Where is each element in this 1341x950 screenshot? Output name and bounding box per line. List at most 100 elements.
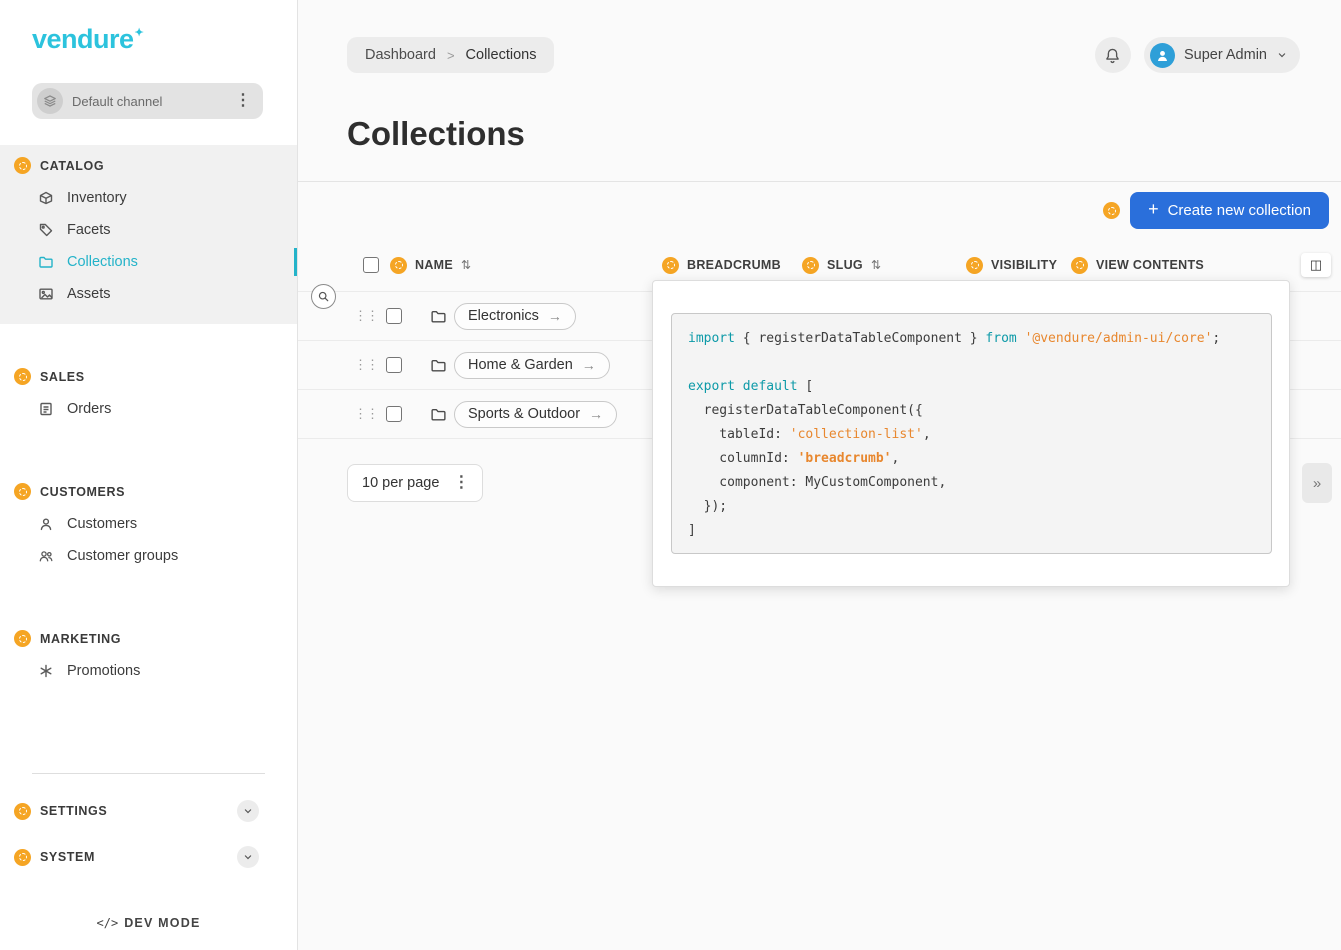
collection-name-pill[interactable]: Sports & Outdoor → (454, 401, 617, 428)
user-avatar-icon (1150, 43, 1175, 68)
sidebar-item-system[interactable]: SYSTEM (0, 834, 297, 880)
search-button[interactable] (311, 284, 336, 309)
sidebar-item-facets[interactable]: Facets (0, 214, 297, 246)
nav-section-marketing: MARKETING Promotions (0, 618, 297, 701)
select-all-checkbox[interactable] (363, 257, 379, 273)
chevron-down-icon[interactable] (237, 846, 259, 868)
dev-extension-badge-icon[interactable] (14, 849, 31, 866)
column-label: VISIBILITY (991, 258, 1057, 272)
nav-section-sales: SALES Orders (0, 356, 297, 439)
dev-extension-badge-icon[interactable] (14, 157, 31, 174)
dev-mode-toggle[interactable]: </> DEV MODE (0, 916, 297, 930)
customer-groups-icon (38, 548, 54, 564)
section-header-sales: SALES (0, 364, 297, 393)
dev-extension-badge-icon[interactable] (802, 257, 819, 274)
nav-section-catalog: CATALOG Inventory Facets Collections (0, 145, 297, 324)
section-label: CUSTOMERS (40, 485, 125, 499)
channel-label: Default channel (72, 94, 222, 109)
dev-extension-badge-icon[interactable] (966, 257, 983, 274)
row-checkbox[interactable] (386, 357, 402, 373)
next-page-button[interactable]: » (1302, 463, 1332, 503)
dev-mode-code-popover: import { registerDataTableComponent } fr… (652, 280, 1290, 587)
row-checkbox[interactable] (386, 308, 402, 324)
nav-item-label: Customer groups (67, 548, 178, 564)
code-icon: </> (97, 916, 119, 930)
collection-name-pill[interactable]: Home & Garden → (454, 352, 610, 379)
column-label: NAME (415, 258, 453, 272)
table-header-visibility: VISIBILITY (966, 257, 1071, 274)
sidebar-item-promotions[interactable]: Promotions (0, 655, 297, 687)
logo-sparkle-icon: ✦ (135, 27, 144, 39)
folder-icon (430, 357, 447, 374)
sidebar-item-assets[interactable]: Assets (0, 278, 297, 310)
assets-icon (38, 286, 54, 302)
plus-icon: + (1148, 199, 1159, 220)
sidebar-item-settings[interactable]: SETTINGS (0, 788, 297, 834)
drag-handle-icon[interactable]: ⋮⋮ (354, 357, 378, 373)
dev-extension-badge-icon[interactable] (14, 803, 31, 820)
collection-name: Electronics (468, 308, 539, 324)
dev-mode-label: DEV MODE (124, 916, 200, 930)
dev-extension-badge-icon[interactable] (390, 257, 407, 274)
collection-name: Sports & Outdoor (468, 406, 580, 422)
arrow-right-icon: → (582, 357, 596, 373)
vendure-logo: vendure✦ (0, 0, 297, 55)
section-header-customers: CUSTOMERS (0, 479, 297, 508)
table-header-breadcrumb: BREADCRUMB (662, 257, 802, 274)
dev-extension-badge-icon[interactable] (14, 630, 31, 647)
page-title: Collections (347, 115, 1292, 153)
per-page-label: 10 per page (362, 475, 439, 491)
sort-icon[interactable]: ⇅ (461, 258, 471, 272)
topbar: Dashboard > Collections Super Admin (298, 0, 1341, 73)
nav-item-label: Assets (67, 286, 111, 302)
notifications-button[interactable] (1095, 37, 1131, 73)
channel-kebab-icon[interactable]: ⋮ (231, 93, 255, 109)
dev-extension-badge-icon[interactable] (14, 368, 31, 385)
sidebar-nav: CATALOG Inventory Facets Collections (0, 145, 297, 880)
bell-icon (1104, 47, 1121, 64)
breadcrumb: Dashboard > Collections (347, 37, 554, 73)
chevron-down-icon (1276, 49, 1288, 61)
items-per-page-select[interactable]: 10 per page ⋮ (347, 464, 483, 502)
drag-handle-icon[interactable]: ⋮⋮ (354, 308, 378, 324)
chevron-down-icon[interactable] (237, 800, 259, 822)
section-header-marketing: MARKETING (0, 626, 297, 655)
sidebar-item-collections[interactable]: Collections (0, 246, 297, 278)
per-page-kebab-icon[interactable]: ⋮ (449, 475, 473, 491)
promotions-icon (38, 663, 54, 679)
sort-icon[interactable]: ⇅ (871, 258, 881, 272)
section-header-catalog: CATALOG (0, 153, 297, 182)
channel-selector[interactable]: Default channel ⋮ (32, 83, 263, 119)
dev-extension-badge-icon[interactable] (14, 483, 31, 500)
customers-icon (38, 516, 54, 532)
facets-icon (38, 222, 54, 238)
collection-name-pill[interactable]: Electronics → (454, 303, 576, 330)
sidebar-item-customer-groups[interactable]: Customer groups (0, 540, 297, 572)
dev-extension-badge-icon[interactable] (662, 257, 679, 274)
dev-extension-badge-icon[interactable] (1103, 202, 1120, 219)
arrow-right-icon: → (548, 308, 562, 324)
user-menu[interactable]: Super Admin (1144, 37, 1300, 73)
collections-icon (38, 254, 54, 270)
sidebar-item-orders[interactable]: Orders (0, 393, 297, 425)
folder-icon (430, 308, 447, 325)
nav-item-label: Orders (67, 401, 111, 417)
row-checkbox[interactable] (386, 406, 402, 422)
sidebar-divider (32, 773, 265, 774)
breadcrumb-collections[interactable]: Collections (466, 47, 537, 63)
dev-extension-badge-icon[interactable] (1071, 257, 1088, 274)
section-label: SETTINGS (40, 804, 228, 818)
section-label: CATALOG (40, 159, 104, 173)
breadcrumb-dashboard[interactable]: Dashboard (365, 47, 436, 63)
topbar-right: Super Admin (1095, 37, 1300, 73)
table-header-slug: SLUG ⇅ (802, 257, 966, 274)
column-picker-button[interactable]: ◫ (1301, 253, 1331, 277)
column-label: SLUG (827, 258, 863, 272)
sidebar-item-customers[interactable]: Customers (0, 508, 297, 540)
sidebar-item-inventory[interactable]: Inventory (0, 182, 297, 214)
table-header-view-contents: VIEW CONTENTS (1071, 257, 1283, 274)
drag-handle-icon[interactable]: ⋮⋮ (354, 406, 378, 422)
create-new-collection-button[interactable]: + Create new collection (1130, 192, 1329, 229)
nav-item-label: Customers (67, 516, 137, 532)
nav-item-label: Inventory (67, 190, 127, 206)
